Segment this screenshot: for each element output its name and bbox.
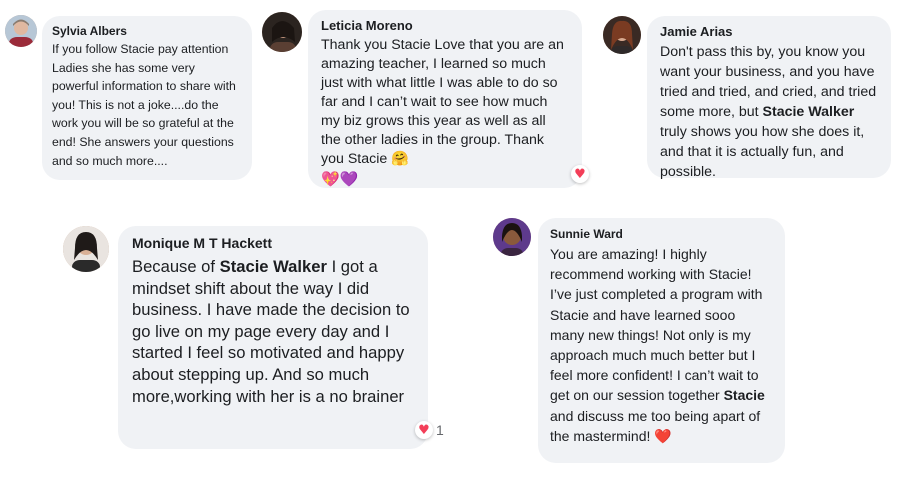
hugging-emoji: 🤗	[391, 151, 409, 167]
mention-link[interactable]: Stacie Walker	[220, 257, 327, 276]
comment-bubble: Monique M T Hackett Because of Stacie Wa…	[118, 226, 428, 449]
avatar[interactable]	[63, 226, 109, 272]
reaction-summary[interactable]: ♥	[571, 165, 589, 183]
comment-author[interactable]: Monique M T Hackett	[132, 235, 414, 251]
comment-author[interactable]: Sylvia Albers	[52, 24, 242, 38]
comment-text: Thank you Stacie Love that you are an am…	[321, 37, 564, 167]
red-heart-emoji: ❤️	[654, 428, 672, 445]
comment-bubble: Leticia Moreno Thank you Stacie Love tha…	[308, 10, 582, 188]
comment-bubble: Sylvia Albers If you follow Stacie pay a…	[42, 16, 252, 180]
avatar[interactable]	[603, 16, 641, 54]
reaction-summary[interactable]: ♥ 1	[415, 421, 444, 439]
comment-bubble: Jamie Arias Don't pass this by, you know…	[647, 16, 891, 180]
avatar[interactable]	[493, 218, 531, 256]
comment-text: You are amazing! I highly recommend work…	[550, 246, 765, 445]
avatar[interactable]	[262, 12, 302, 52]
avatar[interactable]	[5, 15, 37, 47]
reaction-count: 1	[436, 422, 444, 438]
comment-text: Don't pass this by, you know you want yo…	[660, 44, 877, 180]
comment-text: If you follow Stacie pay attention Ladie…	[52, 42, 236, 168]
comment-text: Because of Stacie Walker I got a mindset…	[132, 257, 410, 406]
mention-link[interactable]: Stacie	[724, 387, 765, 403]
heart-icon: ♥	[571, 165, 589, 183]
comment-author[interactable]: Leticia Moreno	[321, 18, 569, 33]
comment-bubble: Sunnie Ward You are amazing! I highly re…	[538, 218, 785, 463]
comment-author[interactable]: Jamie Arias	[660, 24, 878, 39]
heart-icon: ♥	[415, 421, 433, 439]
comment-author[interactable]: Sunnie Ward	[550, 227, 773, 241]
hearts-emoji: 💖💜	[321, 170, 359, 188]
mention-link[interactable]: Stacie Walker	[763, 104, 855, 120]
